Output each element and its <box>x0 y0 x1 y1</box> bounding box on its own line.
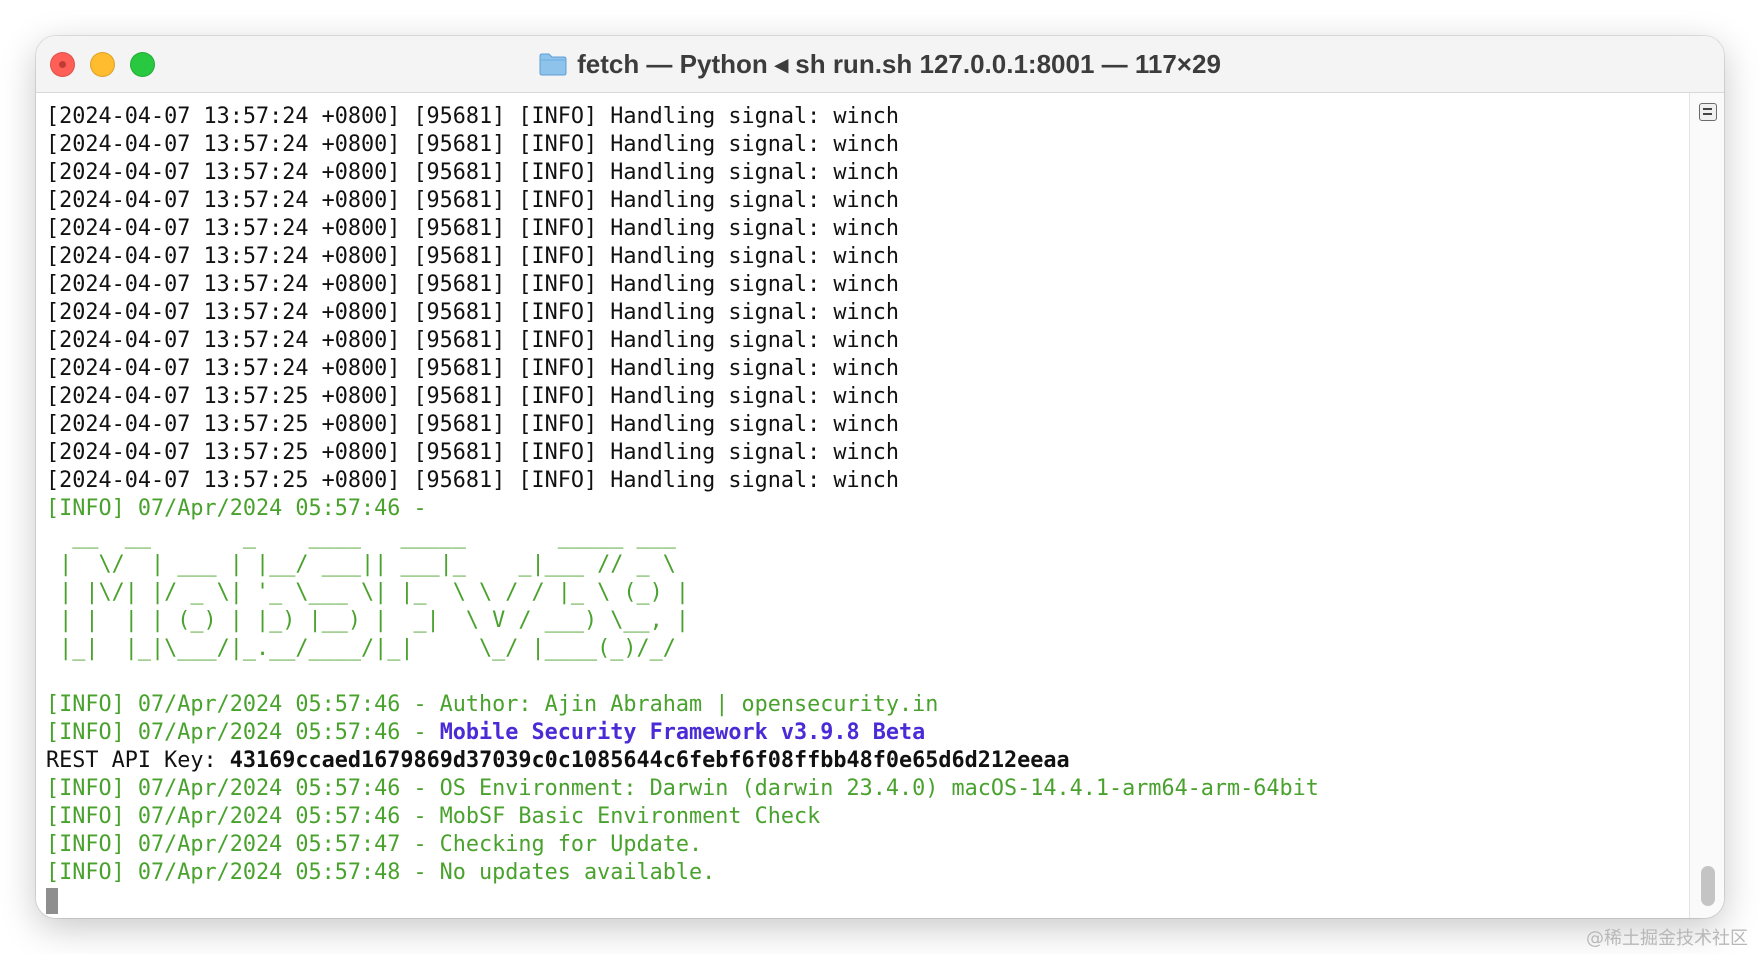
list-icon[interactable] <box>1699 103 1717 121</box>
info-log-line: [INFO] 07/Apr/2024 05:57:46 - MobSF Basi… <box>46 804 821 829</box>
log-line: [2024-04-07 13:57:24 +0800] [95681] [INF… <box>46 244 899 269</box>
log-line: [2024-04-07 13:57:24 +0800] [95681] [INF… <box>46 272 899 297</box>
scrollbar-track[interactable] <box>1689 93 1724 918</box>
terminal-window: fetch — Python ◂ sh run.sh 127.0.0.1:800… <box>36 36 1724 918</box>
log-line: [2024-04-07 13:57:24 +0800] [95681] [INF… <box>46 104 899 129</box>
log-lines: [2024-04-07 13:57:24 +0800] [95681] [INF… <box>46 103 1690 495</box>
framework-name: Mobile Security Framework v3.9.8 Beta <box>439 720 926 745</box>
log-line: [2024-04-07 13:57:24 +0800] [95681] [INF… <box>46 356 899 381</box>
framework-line: [INFO] 07/Apr/2024 05:57:46 - Mobile Sec… <box>46 719 1690 747</box>
ascii-art-row: | \/ | ___ | |__/ ___|| ___|_ _|___ // _… <box>46 552 676 577</box>
watermark: @稀土掘金技术社区 <box>1586 928 1748 949</box>
log-line: [2024-04-07 13:57:24 +0800] [95681] [INF… <box>46 132 899 157</box>
log-line: [2024-04-07 13:57:24 +0800] [95681] [INF… <box>46 188 899 213</box>
info-banner-line: [INFO] 07/Apr/2024 05:57:46 - <box>46 496 427 521</box>
log-line: [2024-04-07 13:57:25 +0800] [95681] [INF… <box>46 440 899 465</box>
api-key-value: 43169ccaed1679869d37039c0c1085644c6febf6… <box>229 748 1070 773</box>
log-line: [2024-04-07 13:57:24 +0800] [95681] [INF… <box>46 160 899 185</box>
prompt-line <box>46 887 1690 915</box>
info-log-line: [INFO] 07/Apr/2024 05:57:47 - Checking f… <box>46 832 703 857</box>
folder-icon <box>539 52 567 76</box>
log-line: [2024-04-07 13:57:24 +0800] [95681] [INF… <box>46 328 899 353</box>
mobsf-ascii-logo: __ __ _ ____ _____ _____ ___ | \/ | ___ … <box>46 523 1690 663</box>
log-line: [2024-04-07 13:57:25 +0800] [95681] [INF… <box>46 412 899 437</box>
window-title: fetch — Python ◂ sh run.sh 127.0.0.1:800… <box>577 48 1221 79</box>
info-log-line: [INFO] 07/Apr/2024 05:57:46 - OS Environ… <box>46 776 1319 801</box>
terminal-output[interactable]: [2024-04-07 13:57:24 +0800] [95681] [INF… <box>36 93 1690 918</box>
title-bar[interactable]: fetch — Python ◂ sh run.sh 127.0.0.1:800… <box>36 36 1724 93</box>
info-log-line: [INFO] 07/Apr/2024 05:57:48 - No updates… <box>46 860 716 885</box>
author-line: [INFO] 07/Apr/2024 05:57:46 - Author: Aj… <box>46 692 939 717</box>
post-log-lines: [INFO] 07/Apr/2024 05:57:46 - OS Environ… <box>46 775 1690 887</box>
ascii-art-row: __ __ _ ____ _____ _____ ___ <box>46 524 676 549</box>
ascii-art-row: |_| |_|\___/|_.__/____/|_| \_/ |____(_)/… <box>46 636 676 661</box>
framework-line-prefix: [INFO] 07/Apr/2024 05:57:46 - <box>46 720 440 745</box>
window-title-group: fetch — Python ◂ sh run.sh 127.0.0.1:800… <box>36 36 1724 92</box>
log-line: [2024-04-07 13:57:25 +0800] [95681] [INF… <box>46 468 899 493</box>
api-key-label: REST API Key: <box>46 748 230 773</box>
terminal-cursor <box>46 888 58 914</box>
log-line: [2024-04-07 13:57:25 +0800] [95681] [INF… <box>46 384 899 409</box>
log-line: [2024-04-07 13:57:24 +0800] [95681] [INF… <box>46 300 899 325</box>
ascii-art-row: | | | | (_) | |_) |__) | _| \ V / ___) \… <box>46 608 690 633</box>
log-line: [2024-04-07 13:57:24 +0800] [95681] [INF… <box>46 216 899 241</box>
api-key-line: REST API Key: 43169ccaed1679869d37039c0c… <box>46 747 1690 775</box>
ascii-art-row: | |\/| |/ _ \| '_ \___ \| |_ \ \ / / |_ … <box>46 580 690 605</box>
scrollbar-thumb[interactable] <box>1701 866 1715 906</box>
